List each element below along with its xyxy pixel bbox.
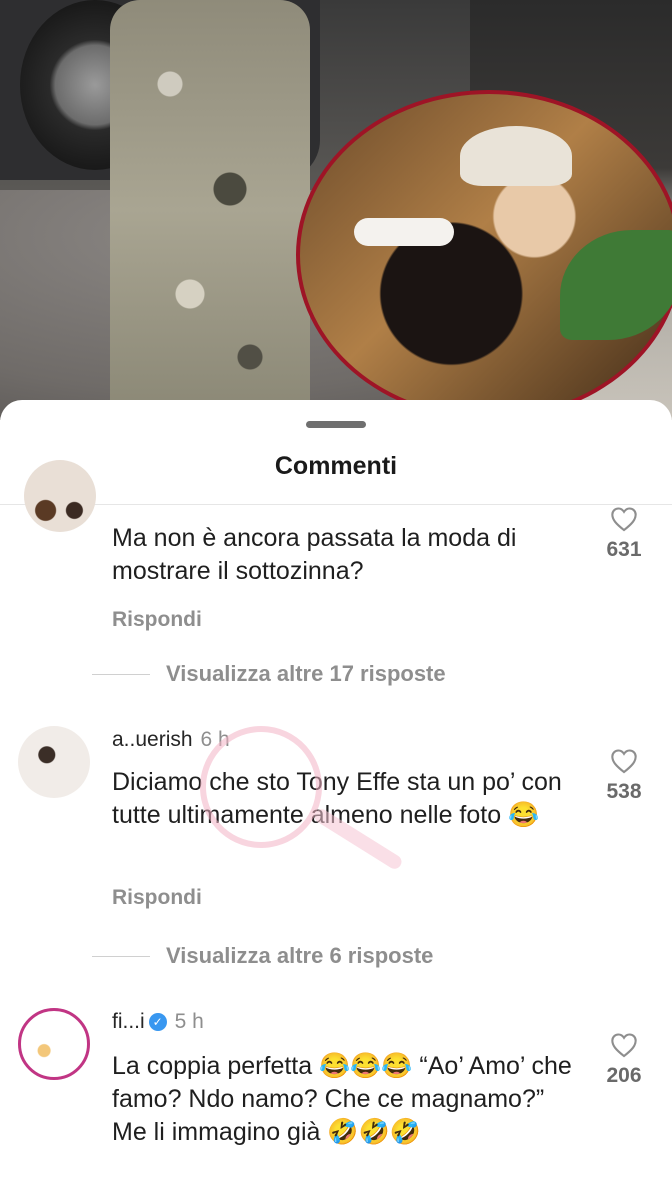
- more-replies-label: Visualizza altre 17 risposte: [166, 661, 446, 686]
- like-button[interactable]: 206: [600, 1032, 648, 1088]
- more-replies-line: [92, 955, 150, 957]
- username-text[interactable]: fi...i: [112, 1010, 145, 1033]
- like-count: 538: [606, 780, 642, 803]
- heart-outline-icon: [611, 1033, 637, 1058]
- comment-username[interactable]: a..uerish 6 h: [112, 728, 230, 752]
- comment-time: 5 h: [174, 1010, 204, 1033]
- reply-button[interactable]: Rispondi: [112, 608, 202, 632]
- photo-person-left: [110, 0, 310, 420]
- comment-body: Diciamo che sto Tony Effe sta un po’ con…: [112, 768, 562, 829]
- photo-highlight: [354, 218, 454, 246]
- title-divider: [0, 504, 672, 505]
- avatar[interactable]: [18, 726, 90, 798]
- view-more-replies[interactable]: Visualizza altre 6 risposte: [92, 941, 433, 971]
- sheet-title: Commenti: [274, 452, 398, 480]
- photo-cap: [460, 126, 572, 186]
- view-more-replies[interactable]: Visualizza altre 17 risposte: [92, 659, 446, 689]
- comment-username[interactable]: fi...i ✓ 5 h: [112, 1010, 204, 1034]
- heart-outline-icon: [611, 507, 637, 532]
- comments-sheet: Commenti Ma non è ancora passata la moda…: [0, 400, 672, 1200]
- comment-time: 6 h: [200, 728, 230, 751]
- like-count: 206: [606, 1064, 642, 1087]
- avatar[interactable]: [24, 460, 96, 532]
- comment-text: La coppia perfetta 😂😂😂 “Ao’ Amo’ che fam…: [112, 1050, 572, 1149]
- post-photo: [0, 0, 672, 420]
- reply-button[interactable]: Rispondi: [112, 886, 202, 910]
- like-count: 631: [606, 538, 642, 561]
- comment-text: Diciamo che sto Tony Effe sta un po’ con…: [112, 766, 572, 832]
- like-button[interactable]: 538: [600, 748, 648, 804]
- sheet-drag-handle[interactable]: [306, 421, 366, 428]
- username-text[interactable]: a..uerish: [112, 728, 193, 751]
- heart-outline-icon: [611, 749, 637, 774]
- more-replies-line: [92, 673, 150, 675]
- more-replies-label: Visualizza altre 6 risposte: [166, 943, 434, 968]
- verified-badge-icon: ✓: [148, 1013, 167, 1031]
- avatar[interactable]: [18, 1008, 90, 1080]
- comment-text: Ma non è ancora passata la moda di mostr…: [112, 524, 517, 585]
- like-button[interactable]: 631: [600, 506, 648, 562]
- comment-body: La coppia perfetta 😂😂😂 “Ao’ Amo’ che fam…: [112, 1052, 572, 1146]
